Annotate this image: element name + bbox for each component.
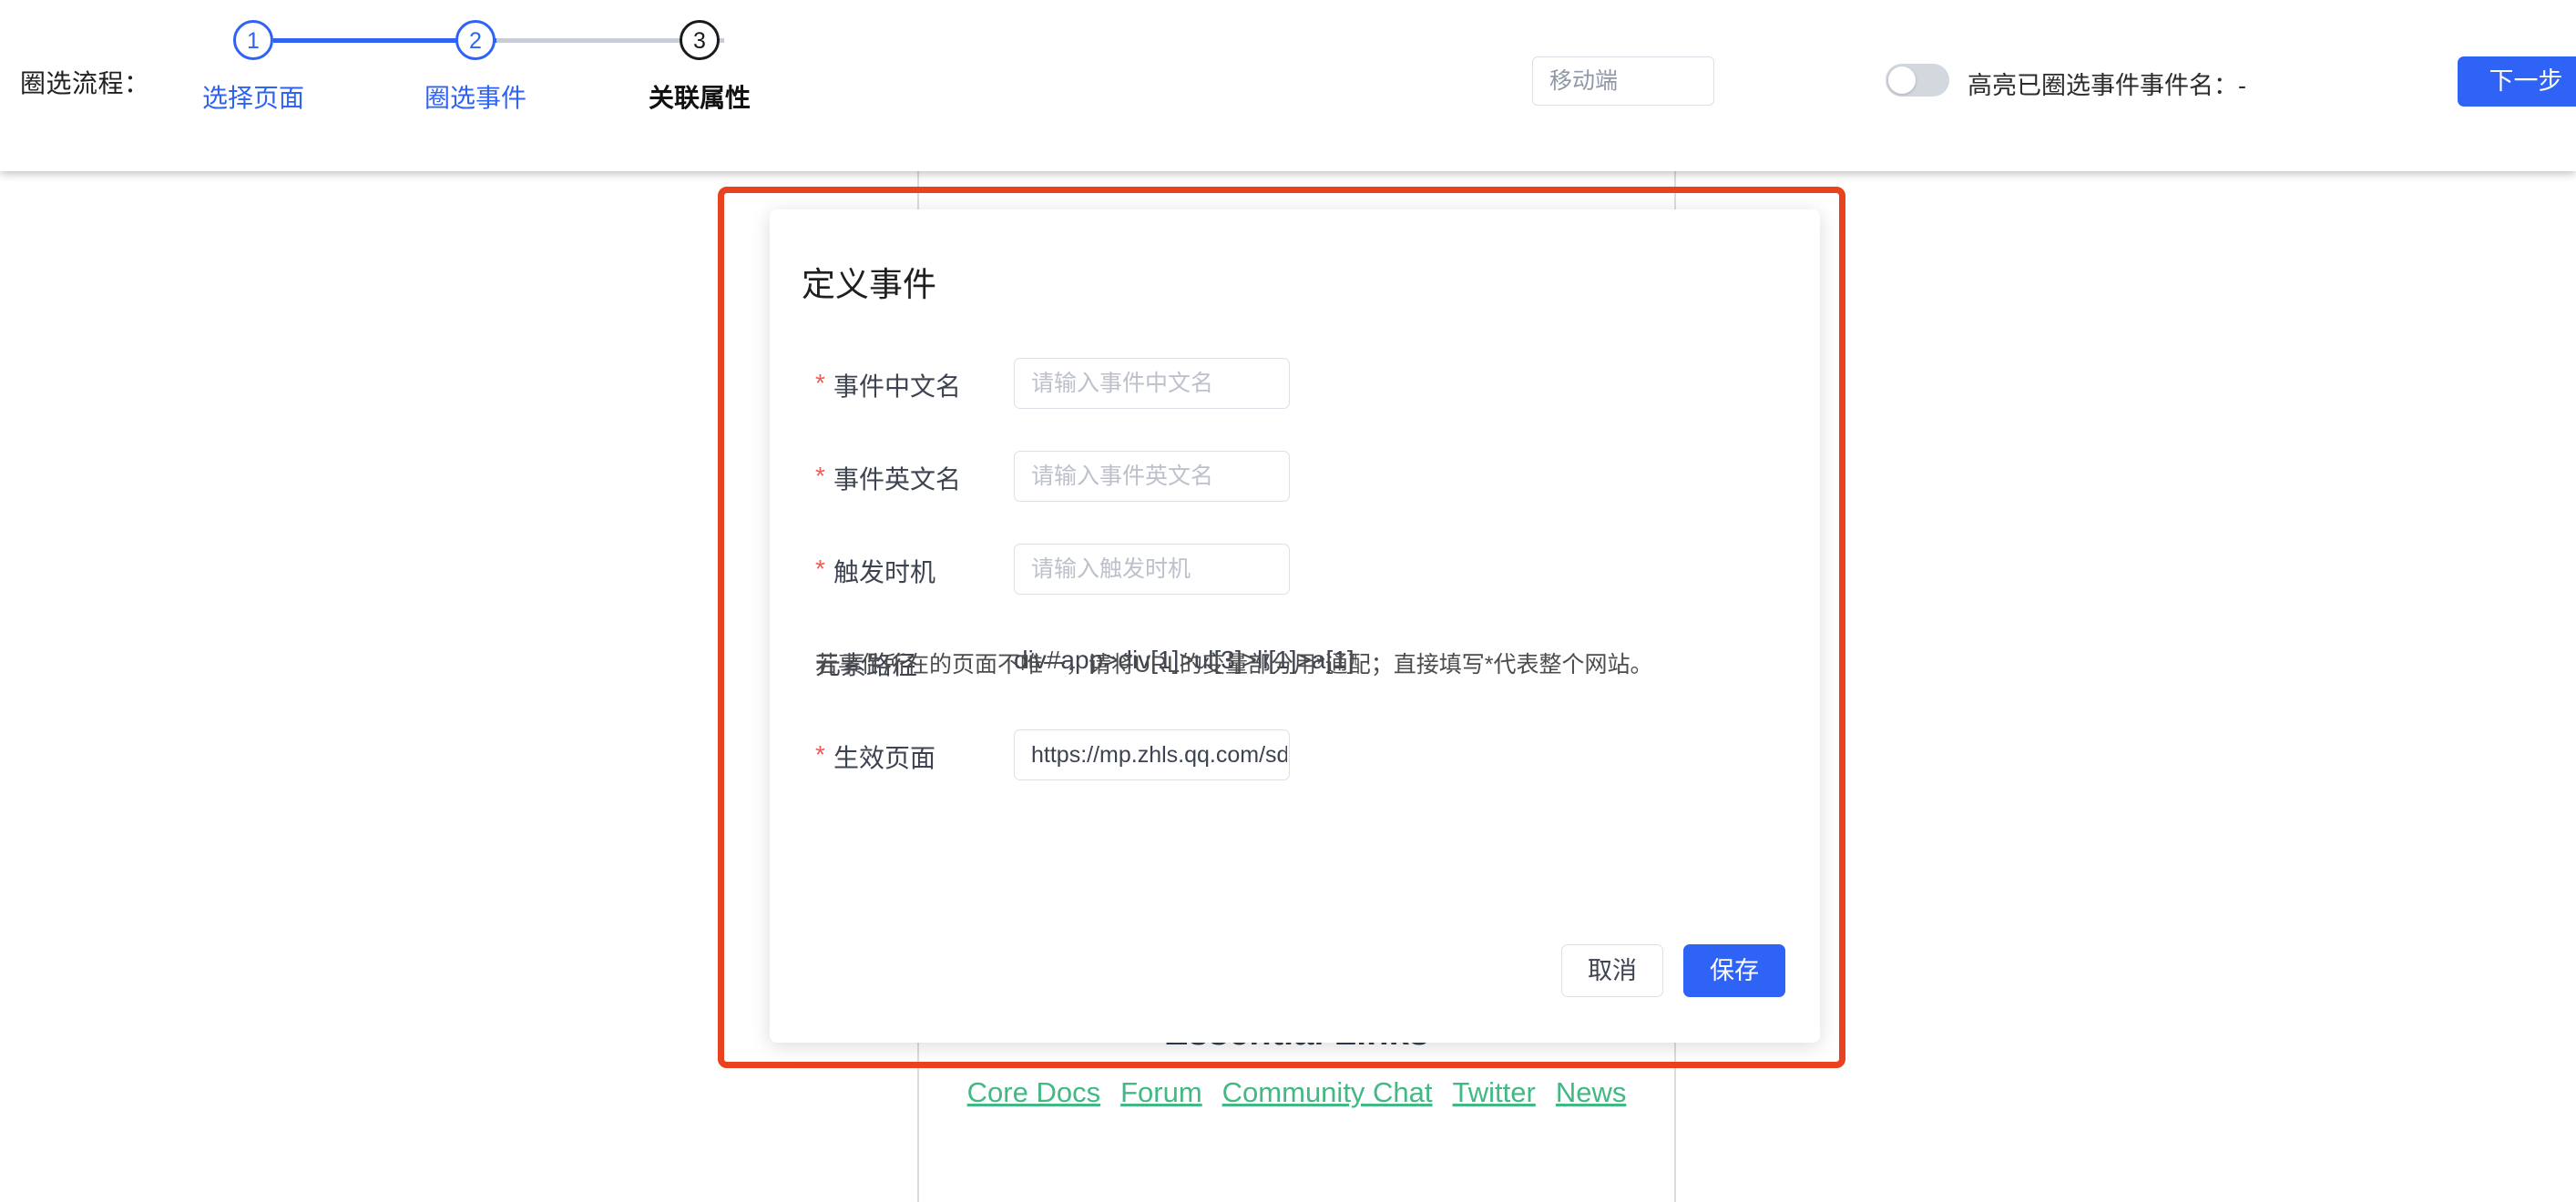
next-step-button[interactable]: 下一步 — [2458, 56, 2576, 107]
link-twitter[interactable]: Twitter — [1453, 1076, 1536, 1108]
required-star-icon: * — [815, 369, 825, 397]
input-event-en-name[interactable] — [1014, 451, 1290, 502]
define-event-form: * 事件中文名 * 事件英文名 * 触发时机 元素路径 div#app>div[… — [770, 346, 1820, 810]
cancel-button[interactable]: 取消 — [1561, 944, 1663, 997]
step-1-label: 选择页面 — [201, 84, 304, 112]
label-event-en-name: 事件英文名 — [833, 465, 962, 494]
step-3-related-attributes[interactable]: 3 关联属性 — [645, 20, 754, 115]
required-star-icon: * — [815, 740, 825, 769]
link-core-docs[interactable]: Core Docs — [967, 1076, 1100, 1108]
step-1-number: 1 — [233, 20, 273, 60]
toggle-knob — [1888, 66, 1916, 94]
step-3-label: 关联属性 — [648, 84, 751, 112]
save-button[interactable]: 保存 — [1683, 944, 1785, 997]
label-trigger-timing: 触发时机 — [833, 558, 936, 586]
step-1-select-page[interactable]: 1 选择页面 — [199, 20, 308, 115]
step-2-number: 2 — [455, 20, 496, 60]
highlight-events-toggle[interactable] — [1886, 64, 1949, 97]
input-event-cn-name[interactable] — [1014, 358, 1290, 409]
essential-links-row: Core Docs Forum Community Chat Twitter News — [919, 1073, 1674, 1118]
platform-select[interactable]: 移动端 — [1532, 56, 1714, 106]
top-header-bar: 圈选流程： 1 选择页面 2 圈选事件 3 关联属性 移动端 高亮已圈选事件事件… — [0, 0, 2576, 171]
form-row-effective-page: * 生效页面 — [770, 718, 1820, 810]
required-star-icon: * — [815, 462, 825, 490]
link-community-chat[interactable]: Community Chat — [1222, 1076, 1433, 1108]
link-forum[interactable]: Forum — [1120, 1076, 1202, 1108]
required-star-icon: * — [815, 555, 825, 583]
form-helper-text: 若事件所在的页面不唯一，请将URL的变量部分用*通配；直接填写*代表整个网站。 — [815, 652, 1653, 677]
flow-label: 圈选流程： — [20, 69, 150, 97]
form-row-event-cn-name: * 事件中文名 — [770, 346, 1820, 439]
label-event-cn-name: 事件中文名 — [833, 372, 962, 401]
step-3-number: 3 — [680, 20, 720, 60]
dialog-footer: 取消 保存 — [770, 944, 1820, 999]
workflow-stepper: 1 选择页面 2 圈选事件 3 关联属性 — [182, 20, 929, 129]
label-effective-page: 生效页面 — [833, 744, 936, 772]
define-event-dialog: 定义事件 * 事件中文名 * 事件英文名 * 触发时机 元素路径 div#app… — [770, 209, 1820, 1043]
input-effective-page[interactable] — [1014, 729, 1290, 780]
form-row-event-en-name: * 事件英文名 — [770, 439, 1820, 532]
step-2-select-event[interactable]: 2 圈选事件 — [421, 20, 530, 115]
input-trigger-timing[interactable] — [1014, 544, 1290, 595]
step-2-label: 圈选事件 — [424, 84, 526, 112]
link-news[interactable]: News — [1556, 1076, 1627, 1108]
dialog-title: 定义事件 — [802, 266, 936, 303]
highlight-events-label: 高亮已圈选事件事件名：- — [1968, 72, 2246, 99]
form-row-trigger-timing: * 触发时机 — [770, 532, 1820, 625]
